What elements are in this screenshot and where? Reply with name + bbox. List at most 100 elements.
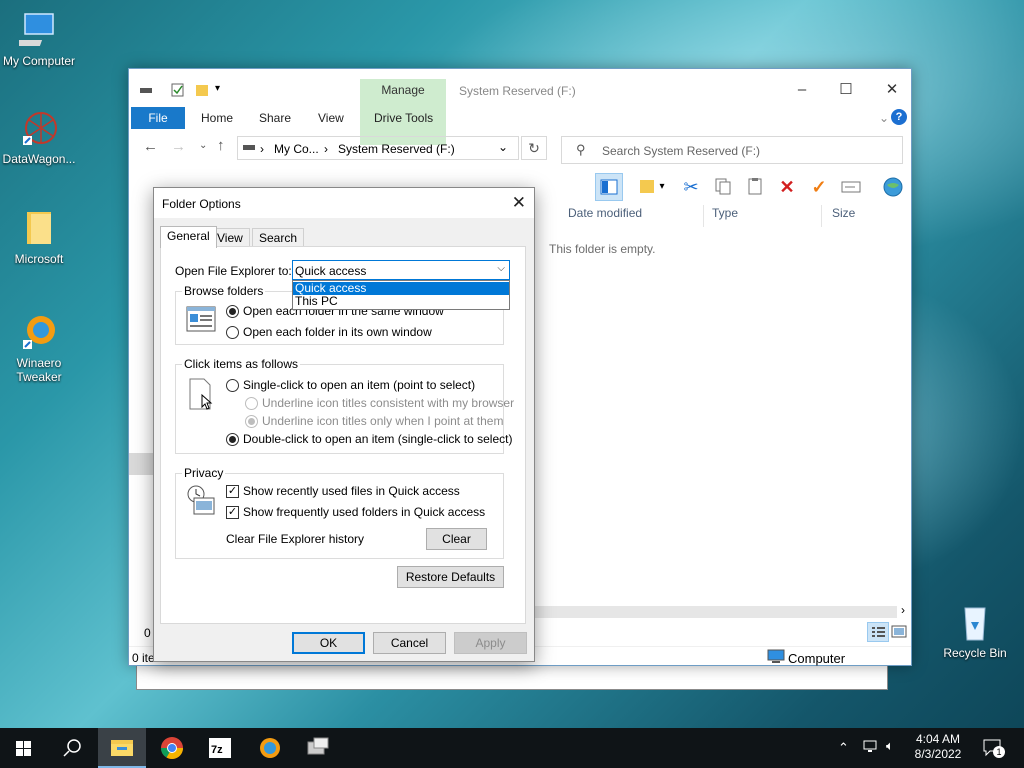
- column-header-type[interactable]: Type: [712, 206, 738, 226]
- new-folder-icon[interactable]: [195, 83, 209, 97]
- close-button[interactable]: ✕: [869, 79, 915, 101]
- horizontal-scrollbar[interactable]: [533, 606, 897, 618]
- search-icon: ⚲: [576, 142, 586, 157]
- folder-options-dialog: Folder Options ✕ General View Search Ope…: [153, 187, 535, 662]
- taskbar-7zip[interactable]: 7z: [196, 728, 244, 768]
- manage-label: Manage: [381, 83, 425, 97]
- maximize-button[interactable]: ☐: [823, 79, 869, 101]
- clear-button[interactable]: Clear: [426, 528, 487, 550]
- taskbar-app[interactable]: [294, 728, 342, 768]
- clock[interactable]: 4:04 AM 8/3/2022: [908, 732, 968, 762]
- preview-pane-icon[interactable]: [595, 173, 623, 201]
- open-explorer-dropdown-list: Quick access This PC: [292, 280, 510, 310]
- cursor-click-icon: [186, 377, 216, 414]
- 7zip-icon: 7z: [209, 738, 231, 758]
- action-center-icon[interactable]: 1: [982, 738, 1005, 761]
- radio-disabled-selected-icon: [245, 414, 258, 428]
- search-placeholder: Search System Reserved (F:): [602, 144, 761, 158]
- drive-icon[interactable]: [139, 83, 153, 97]
- breadcrumb-sep-icon: ›: [260, 142, 264, 156]
- up-icon[interactable]: ↑: [217, 137, 225, 154]
- privacy-title: Privacy: [182, 466, 226, 480]
- properties-icon[interactable]: [171, 83, 185, 97]
- dialog-close-icon[interactable]: ✕: [512, 193, 526, 213]
- recent-locations-icon[interactable]: ⌄: [199, 140, 207, 151]
- desktop-icon-winaero-tweaker[interactable]: Winaero Tweaker: [1, 312, 77, 384]
- start-button[interactable]: [0, 728, 48, 768]
- taskbar-winaero[interactable]: [246, 728, 294, 768]
- tab-search[interactable]: Search: [252, 228, 305, 247]
- open-explorer-select[interactable]: Quick access ⌵: [292, 260, 510, 280]
- tab-general[interactable]: General: [160, 226, 217, 248]
- checkbox-checked-icon: ✓: [226, 505, 239, 519]
- breadcrumb-current[interactable]: System Reserved (F:): [338, 142, 455, 156]
- search-input[interactable]: ⚲ Search System Reserved (F:): [561, 136, 903, 164]
- back-icon[interactable]: ←: [143, 138, 158, 155]
- open-explorer-selected-value: Quick access: [295, 264, 367, 278]
- show-frequent-folders-checkbox[interactable]: ✓ Show frequently used folders in Quick a…: [226, 505, 485, 519]
- address-dropdown-icon[interactable]: ⌄: [498, 140, 508, 154]
- desktop-icon-datawagon[interactable]: DataWagon...: [1, 108, 77, 166]
- underline-consistent-radio: Underline icon titles consistent with my…: [245, 396, 514, 410]
- paste-icon[interactable]: [741, 173, 769, 201]
- globe-icon[interactable]: [879, 173, 907, 201]
- select-check-icon[interactable]: ✓: [805, 173, 833, 201]
- dropdown-option-this-pc[interactable]: This PC: [293, 295, 509, 308]
- click-items-group: Click items as follows Single-click to o…: [175, 357, 514, 454]
- new-item-dropdown-icon[interactable]: ▾: [655, 173, 669, 201]
- cut-icon[interactable]: ✂: [677, 173, 705, 201]
- underline-point-radio: Underline icon titles only when I point …: [245, 414, 503, 428]
- datawagon-icon: [19, 108, 59, 148]
- address-row: ← → ⌄ ↑ › My Co... › System Reserved (F:…: [129, 133, 911, 165]
- tab-file[interactable]: File: [131, 107, 185, 129]
- refresh-button[interactable]: ↻: [521, 136, 547, 160]
- large-icons-view-icon[interactable]: [891, 625, 907, 642]
- privacy-clock-icon: [186, 484, 216, 519]
- desktop-icon-my-computer[interactable]: My Computer: [1, 10, 77, 68]
- tab-view[interactable]: View: [306, 107, 356, 129]
- radio-icon: [226, 378, 239, 392]
- chevron-down-icon: ⌵: [497, 263, 505, 274]
- show-hidden-icons[interactable]: ⌃: [838, 740, 849, 756]
- winaero-icon: [260, 738, 280, 758]
- double-click-radio[interactable]: Double-click to open an item (single-cli…: [226, 432, 512, 446]
- restore-defaults-button[interactable]: Restore Defaults: [397, 566, 504, 588]
- help-icon[interactable]: ?: [891, 109, 907, 125]
- breadcrumb-my-computer[interactable]: My Co...: [274, 142, 319, 156]
- desktop-icon-label: My Computer: [2, 54, 76, 68]
- winaero-icon: [19, 312, 59, 352]
- desktop-icon-microsoft[interactable]: Microsoft: [1, 208, 77, 266]
- single-click-radio[interactable]: Single-click to open an item (point to s…: [226, 378, 475, 392]
- show-recent-files-checkbox[interactable]: ✓ Show recently used files in Quick acces…: [226, 484, 460, 498]
- clear-history-label: Clear File Explorer history: [226, 532, 365, 546]
- rename-icon[interactable]: [837, 173, 865, 201]
- minimize-button[interactable]: –: [779, 79, 825, 101]
- desktop-icon-recycle-bin[interactable]: Recycle Bin: [937, 602, 1013, 660]
- navigation-pane-selection[interactable]: [129, 453, 155, 475]
- general-tab-panel: Open File Explorer to: Quick access ⌵ Qu…: [160, 246, 526, 624]
- cancel-button[interactable]: Cancel: [373, 632, 446, 654]
- column-header-size[interactable]: Size: [832, 206, 855, 226]
- underline-consistent-label: Underline icon titles consistent with my…: [262, 396, 515, 410]
- address-bar[interactable]: › My Co... › System Reserved (F:) ⌄: [237, 136, 519, 160]
- details-view-icon[interactable]: [867, 622, 889, 642]
- copy-icon[interactable]: [709, 173, 737, 201]
- customize-toolbar-icon[interactable]: ▾: [215, 83, 229, 97]
- tab-home[interactable]: Home: [189, 107, 245, 129]
- ok-button[interactable]: OK: [292, 632, 365, 654]
- browse-own-window-radio[interactable]: Open each folder in its own window: [226, 325, 432, 339]
- scroll-right-icon[interactable]: ›: [901, 603, 905, 617]
- taskbar-chrome[interactable]: [148, 728, 196, 768]
- search-button[interactable]: [48, 728, 96, 768]
- column-header-date-modified[interactable]: Date modified: [568, 206, 642, 226]
- volume-icon[interactable]: 🔈︎: [886, 738, 894, 754]
- browse-own-label: Open each folder in its own window: [243, 325, 432, 339]
- network-icon[interactable]: [862, 738, 878, 757]
- taskbar-file-explorer[interactable]: [98, 728, 146, 768]
- tab-drive-tools[interactable]: Drive Tools: [362, 107, 445, 129]
- windows-logo-icon: [16, 741, 31, 756]
- tab-share[interactable]: Share: [247, 107, 303, 129]
- folder-icon: [111, 740, 133, 756]
- forward-icon[interactable]: →: [171, 138, 186, 155]
- delete-icon[interactable]: ✕: [773, 173, 801, 201]
